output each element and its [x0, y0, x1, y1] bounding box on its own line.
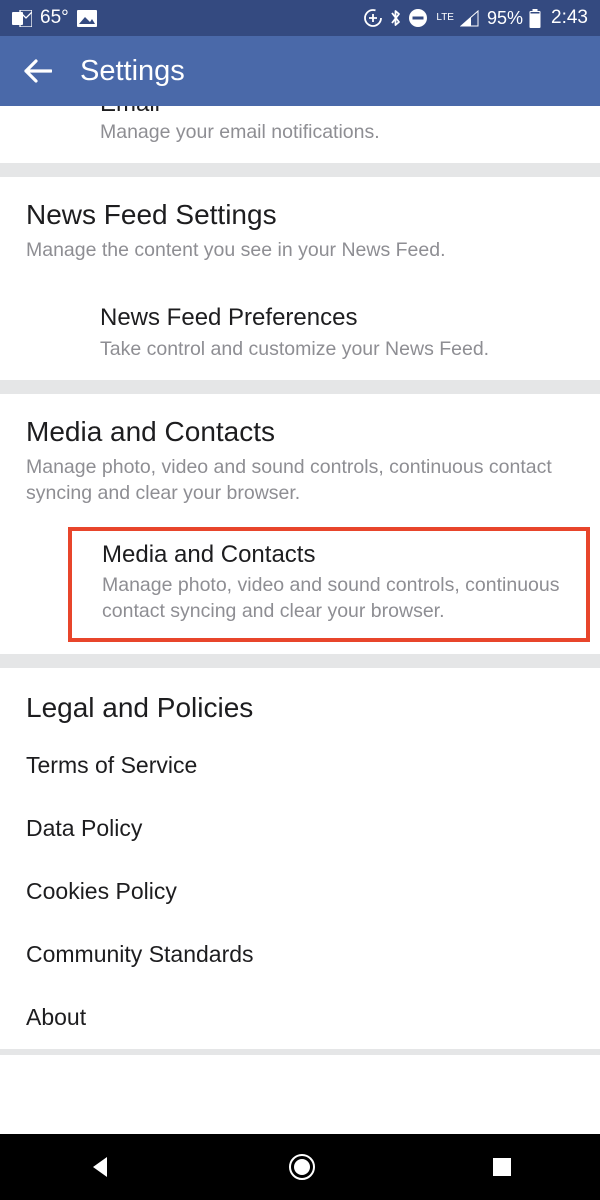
nav-home-button[interactable] [287, 1152, 317, 1182]
bluetooth-icon [389, 8, 402, 28]
section-divider [0, 380, 600, 394]
legal-item-community-standards[interactable]: Community Standards [0, 923, 600, 986]
newsfeed-section-title: News Feed Settings [26, 199, 574, 231]
section-divider [0, 1049, 600, 1055]
dnd-icon [408, 8, 428, 28]
lte-label: LTE [436, 13, 454, 23]
status-clock: 2:43 [551, 7, 588, 29]
media-section-title: Media and Contacts [26, 416, 574, 448]
system-nav-bar [0, 1134, 600, 1200]
media-contacts-item-highlighted[interactable]: Media and Contacts Manage photo, video a… [68, 527, 590, 643]
legal-item-data-policy[interactable]: Data Policy [0, 797, 600, 860]
settings-item-email[interactable]: Email Manage your email notifications. [0, 106, 600, 163]
section-divider [0, 163, 600, 177]
email-desc: Manage your email notifications. [100, 119, 574, 145]
image-icon [77, 10, 97, 27]
section-newsfeed: News Feed Settings Manage the content yo… [0, 177, 600, 283]
legal-item-about[interactable]: About [0, 986, 600, 1049]
media-item-desc: Manage photo, video and sound controls, … [102, 572, 568, 625]
data-saver-icon [363, 8, 383, 28]
newsfeed-section-desc: Manage the content you see in your News … [26, 237, 574, 263]
section-legal: Legal and Policies [0, 668, 600, 734]
back-arrow-icon[interactable] [22, 58, 52, 84]
newsfeed-item-title: News Feed Preferences [100, 304, 574, 332]
status-bar: 65° LTE 95% 2:43 [0, 0, 600, 36]
status-temp: 65° [40, 7, 69, 29]
newsfeed-preferences-item[interactable]: News Feed Preferences Take control and c… [0, 284, 600, 380]
battery-icon [529, 9, 541, 28]
battery-percent: 95% [487, 8, 523, 29]
section-media: Media and Contacts Manage photo, video a… [0, 394, 600, 515]
legal-item-terms[interactable]: Terms of Service [0, 734, 600, 797]
newsfeed-item-desc: Take control and customize your News Fee… [100, 336, 574, 362]
app-title: Settings [80, 55, 185, 88]
legal-section-title: Legal and Policies [26, 692, 574, 724]
app-bar: Settings [0, 36, 600, 106]
email-title-clipped: Email [100, 106, 574, 116]
media-section-desc: Manage photo, video and sound controls, … [26, 454, 574, 507]
nav-back-button[interactable] [87, 1154, 113, 1180]
legal-item-cookies-policy[interactable]: Cookies Policy [0, 860, 600, 923]
nav-recent-button[interactable] [491, 1156, 513, 1178]
section-divider [0, 654, 600, 668]
status-left: 65° [12, 7, 97, 29]
media-item-title: Media and Contacts [102, 541, 568, 569]
signal-icon [460, 10, 479, 27]
status-right: LTE 95% 2:43 [363, 7, 588, 29]
outlook-icon [12, 10, 32, 27]
